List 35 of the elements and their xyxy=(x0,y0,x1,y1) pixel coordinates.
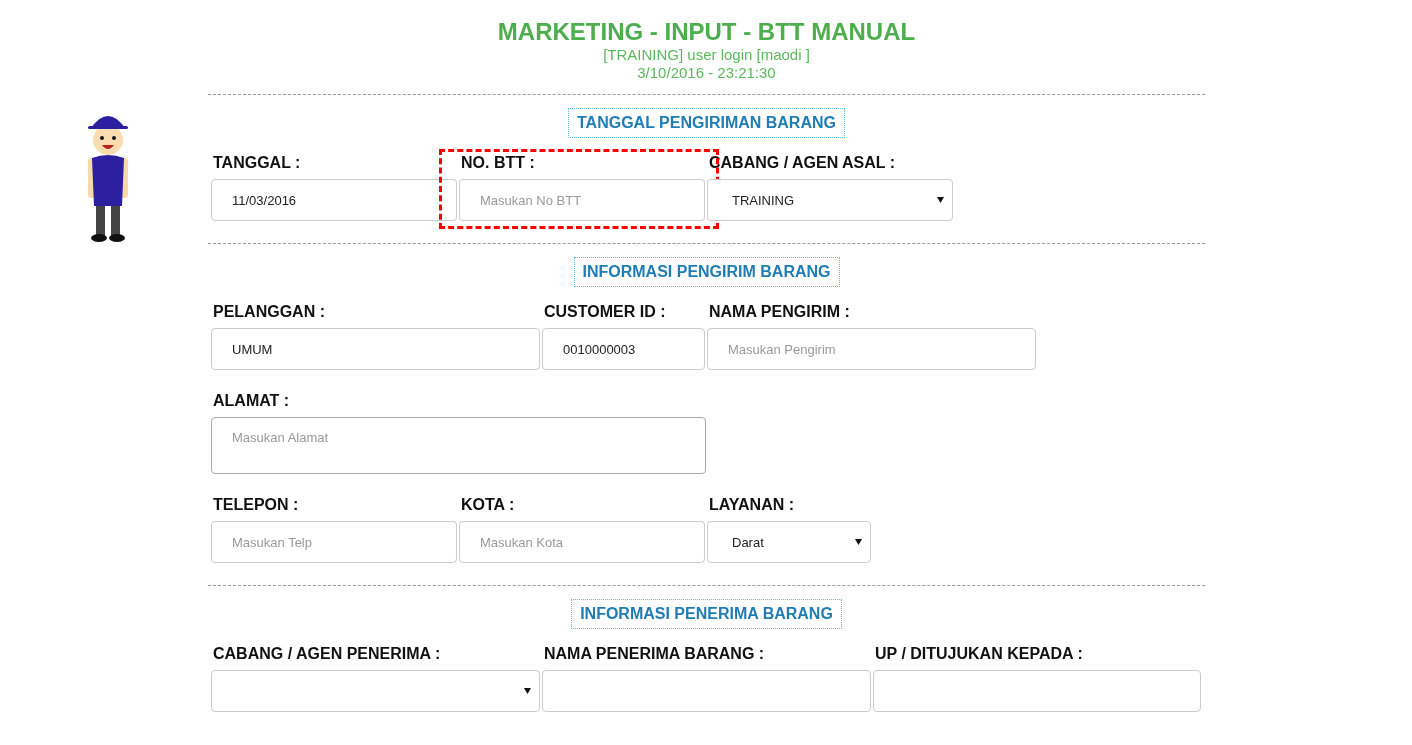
field-label: LAYANAN : xyxy=(708,496,796,514)
page-title: MARKETING - INPUT - BTT MANUAL xyxy=(496,18,917,46)
dropdown[interactable] xyxy=(211,670,540,712)
field-label: TELEPON : xyxy=(212,496,300,514)
field-label: KOTA : xyxy=(460,496,516,514)
field-label: CABANG / AGEN PENERIMA : xyxy=(212,645,442,663)
caret-icon xyxy=(937,197,944,203)
caret-icon xyxy=(524,688,531,694)
input-field[interactable]: Masukan No BTT xyxy=(459,179,705,221)
section-title: INFORMASI PENERIMA BARANG xyxy=(571,599,842,629)
field-label: NO. BTT : xyxy=(460,154,536,172)
section-title: TANGGAL PENGIRIMAN BARANG xyxy=(568,108,845,138)
input-field[interactable]: Masukan Kota xyxy=(459,521,705,563)
field-label: ALAMAT : xyxy=(212,392,291,410)
field-label: NAMA PENERIMA BARANG : xyxy=(543,645,766,663)
login-info: [TRAINING] user login [maodi ] xyxy=(602,46,811,64)
input-field[interactable]: Masukan Pengirim xyxy=(707,328,1036,370)
input-field[interactable]: 0010000003 xyxy=(542,328,705,370)
field-label: CUSTOMER ID : xyxy=(543,303,667,321)
field-label: UP / DITUJUKAN KEPADA : xyxy=(874,645,1084,663)
dropdown[interactable]: Darat xyxy=(707,521,871,563)
input-field[interactable]: 11/03/2016 xyxy=(211,179,457,221)
caret-icon xyxy=(855,539,862,545)
input-field[interactable] xyxy=(542,670,871,712)
input-field[interactable]: Masukan Telp xyxy=(211,521,457,563)
field-label: PELANGGAN : xyxy=(212,303,326,321)
section-title: INFORMASI PENGIRIM BARANG xyxy=(573,257,840,287)
date-time: 3/10/2016 - 23:21:30 xyxy=(636,64,777,82)
field-label: CABANG / AGEN ASAL : xyxy=(708,154,897,172)
dropdown[interactable]: TRAINING xyxy=(707,179,953,221)
input-field[interactable] xyxy=(873,670,1201,712)
field-label: NAMA PENGIRIM : xyxy=(708,303,851,321)
input-field[interactable]: UMUM xyxy=(211,328,540,370)
field-label: TANGGAL : xyxy=(212,154,302,172)
address-field[interactable]: Masukan Alamat xyxy=(211,417,706,474)
